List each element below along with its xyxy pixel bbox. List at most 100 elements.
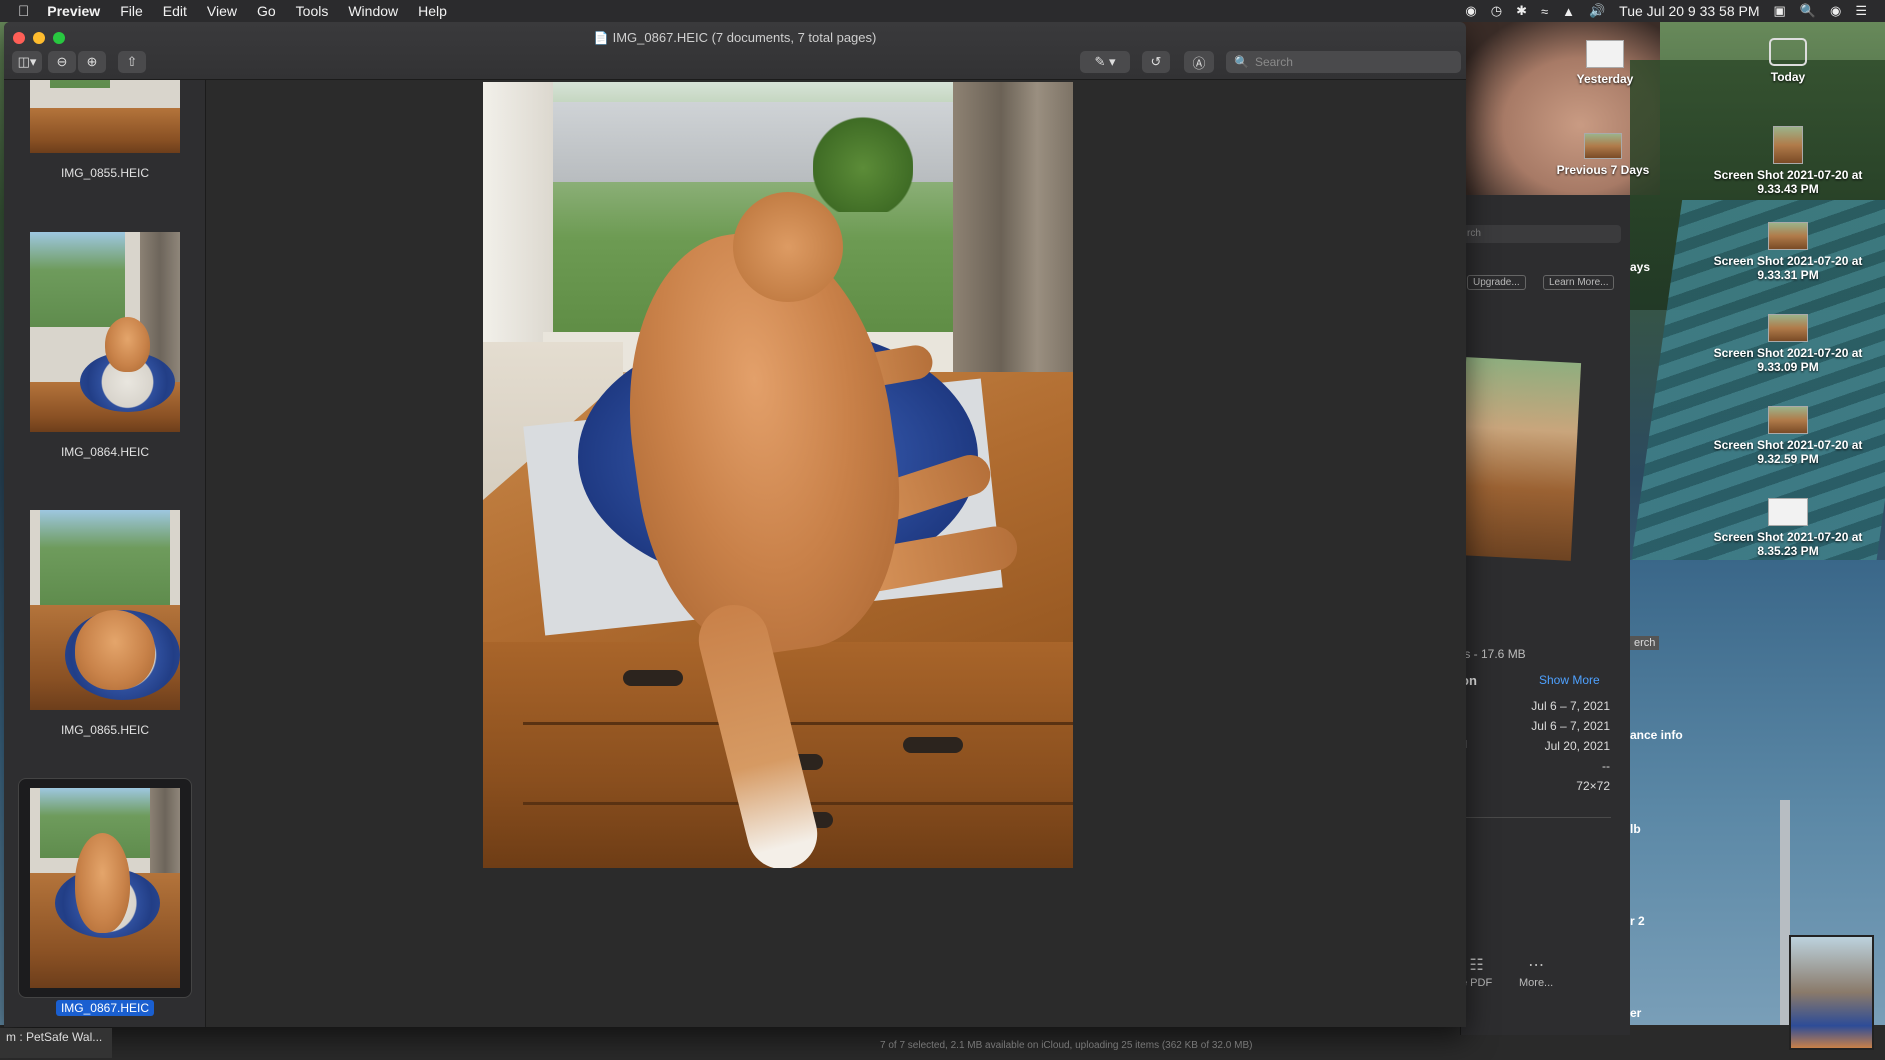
thumbnail-item[interactable]: IMG_0855.HEIC — [4, 80, 205, 182]
photo-cat-head — [733, 192, 843, 302]
pen-icon: ✎ ▾ — [1094, 54, 1116, 69]
photo-tree — [813, 102, 913, 212]
show-more-link[interactable]: Show More — [1539, 673, 1600, 687]
notification-center-icon[interactable]: ☰ — [1855, 3, 1867, 19]
info-value: Jul 6 – 7, 2021 — [1531, 699, 1610, 713]
wifi-icon[interactable]: ≈ — [1541, 4, 1548, 19]
markup-pen-button[interactable]: ✎ ▾ — [1080, 51, 1130, 73]
menu-edit[interactable]: Edit — [163, 3, 187, 19]
file-thumbnail — [1768, 498, 1808, 526]
finder-fragment: ance info — [1630, 728, 1683, 742]
thumbnail-image — [30, 788, 180, 988]
info-value: Jul 6 – 7, 2021 — [1531, 719, 1610, 733]
ellipsis-icon: ⋯ — [1528, 957, 1545, 974]
search-icon: 🔍 — [1234, 55, 1249, 69]
file-label: Screen Shot 2021-07-20 at 8.35.23 PM — [1713, 530, 1863, 558]
thumbnail-label: IMG_0865.HEIC — [60, 723, 150, 737]
rotate-button[interactable]: ↺ — [1142, 51, 1170, 73]
image-canvas[interactable] — [206, 80, 1466, 1027]
folder-icon — [1769, 38, 1807, 66]
info-value: -- — [1602, 759, 1610, 773]
file-label: Screen Shot 2021-07-20 at 9.32.59 PM — [1713, 438, 1863, 466]
more-action[interactable]: ⋯ More... — [1519, 955, 1553, 989]
file-thumbnail — [1773, 126, 1803, 164]
apple-menu-icon[interactable]:  — [18, 3, 29, 20]
share-button[interactable]: ⇧ — [118, 51, 146, 73]
action-label: More... — [1519, 977, 1554, 989]
airplay-icon[interactable]: ▲ — [1562, 4, 1575, 19]
finder-search-field[interactable]: rch — [1461, 225, 1621, 243]
stack-label: Today — [1770, 70, 1806, 84]
thumbnail-label: IMG_0864.HEIC — [60, 445, 150, 459]
display-icon[interactable]: ▣ — [1774, 3, 1786, 19]
file-thumbnail — [1768, 406, 1808, 434]
file-thumbnail — [1768, 222, 1808, 250]
search-fragment: rch — [1467, 228, 1481, 239]
zoom-out-button[interactable]: ⊖ — [48, 51, 76, 73]
thumbnail-label: IMG_0855.HEIC — [60, 166, 150, 180]
volume-icon[interactable]: 🔊 — [1589, 3, 1605, 19]
finder-fragment: er — [1630, 1006, 1642, 1020]
info-value: 72×72 — [1576, 779, 1610, 793]
desktop-file-screenshot[interactable]: Screen Shot 2021-07-20 at 8.35.23 PM — [1713, 498, 1863, 558]
markup-button[interactable]: Ⓐ — [1184, 51, 1214, 73]
desktop-file-screenshot[interactable]: Screen Shot 2021-07-20 at 9.32.59 PM — [1713, 406, 1863, 466]
menu-clock[interactable]: Tue Jul 20 9 33 58 PM — [1619, 3, 1759, 19]
thumbnail-sidebar: IMG_0855.HEIC IMG_0864.HEIC IMG_0865.HEI… — [4, 80, 206, 1027]
malwarebytes-icon[interactable]: ◉ — [1465, 3, 1476, 19]
markup-icon: Ⓐ — [1192, 55, 1206, 71]
desktop-stack-previous-7-days[interactable]: Previous 7 Days — [1528, 133, 1678, 177]
finder-window: rch Upgrade... Learn More... ts - 17.6 M… — [1455, 195, 1630, 1035]
desktop-file-screenshot[interactable]: Screen Shot 2021-07-20 at 9.33.31 PM — [1713, 222, 1863, 282]
divider — [1461, 817, 1611, 818]
finder-fragment: lb — [1630, 822, 1641, 836]
desktop-stack-today[interactable]: Today — [1713, 38, 1863, 84]
spotlight-icon[interactable]: 🔍 — [1800, 3, 1816, 19]
background-window-title: m : PetSafe Wal... — [0, 1028, 112, 1058]
preview-window: 📄 IMG_0867.HEIC (7 documents, 7 total pag… — [4, 22, 1466, 1027]
search-field[interactable]: 🔍 — [1226, 51, 1461, 73]
finder-status-bar: 7 of 7 selected, 2.1 MB available on iCl… — [880, 1040, 1253, 1051]
bluetooth-icon[interactable]: ✱ — [1516, 3, 1527, 19]
photo-drawer-handle — [903, 737, 963, 753]
desktop-file-screenshot[interactable]: Screen Shot 2021-07-20 at 9.33.43 PM — [1713, 126, 1863, 196]
thumbnail-image — [30, 510, 180, 710]
sidebar-toggle-button[interactable]: ◫▾ — [12, 51, 42, 73]
menu-tools[interactable]: Tools — [296, 3, 329, 19]
photo-drawer-edge — [523, 722, 1073, 725]
size-summary: ts - 17.6 MB — [1461, 647, 1526, 661]
file-preview-thumbnail — [1455, 357, 1582, 561]
file-label: Screen Shot 2021-07-20 at 9.33.09 PM — [1713, 346, 1863, 374]
finder-fragment: erch — [1630, 636, 1660, 650]
document-icon: 📄 — [593, 31, 609, 45]
upgrade-button[interactable]: Upgrade... — [1467, 275, 1526, 290]
menu-window[interactable]: Window — [348, 3, 398, 19]
desktop-stack-yesterday[interactable]: Yesterday — [1530, 40, 1680, 86]
sidebar-icon: ◫▾ — [17, 54, 37, 69]
zoom-in-button[interactable]: ⊕ — [78, 51, 106, 73]
menu-view[interactable]: View — [207, 3, 237, 19]
finder-fragment: ays — [1630, 260, 1651, 274]
search-input[interactable] — [1254, 55, 1445, 69]
file-label: Screen Shot 2021-07-20 at 9.33.31 PM — [1713, 254, 1863, 282]
siri-icon[interactable]: ◉ — [1830, 3, 1841, 19]
menu-help[interactable]: Help — [418, 3, 447, 19]
stack-thumbnail — [1586, 40, 1624, 68]
menu-go[interactable]: Go — [257, 3, 276, 19]
desktop-file-screenshot[interactable]: Screen Shot 2021-07-20 at 9.33.09 PM — [1713, 314, 1863, 374]
time-machine-icon[interactable]: ◷ — [1491, 3, 1502, 19]
thumbnail-item[interactable]: IMG_0865.HEIC — [4, 510, 205, 739]
thumbnail-label: IMG_0867.HEIC — [55, 1000, 155, 1016]
desktop-photo-thumbnail[interactable] — [1789, 935, 1874, 1050]
thumbnail-item[interactable]: IMG_0864.HEIC — [4, 232, 205, 461]
stack-label: Yesterday — [1576, 72, 1634, 86]
menu-file[interactable]: File — [120, 3, 143, 19]
menu-app-name[interactable]: Preview — [47, 3, 100, 19]
thumbnail-image — [30, 232, 180, 432]
window-title-text: IMG_0867.HEIC (7 documents, 7 total page… — [612, 30, 877, 45]
menu-extras: ◉ ◷ ✱ ≈ ▲ 🔊 Tue Jul 20 9 33 58 PM ▣ 🔍 ◉ … — [1465, 0, 1867, 22]
title-bar: 📄 IMG_0867.HEIC (7 documents, 7 total pag… — [4, 22, 1466, 80]
thumbnail-item-selected[interactable]: IMG_0867.HEIC — [4, 778, 205, 1017]
learn-more-button[interactable]: Learn More... — [1543, 275, 1615, 290]
window-title: 📄 IMG_0867.HEIC (7 documents, 7 total pag… — [4, 30, 1466, 45]
